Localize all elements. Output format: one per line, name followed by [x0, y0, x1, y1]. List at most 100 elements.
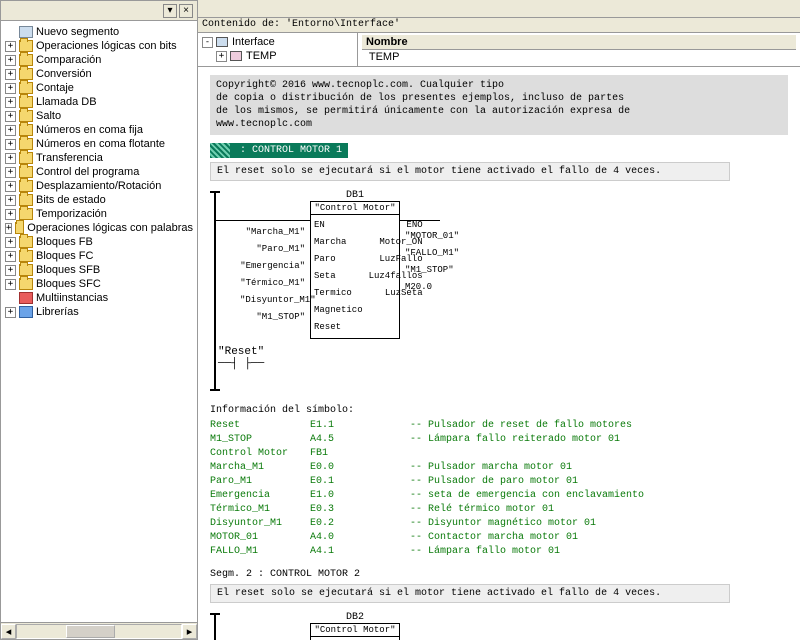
tree-item-16[interactable]: +Bloques FC — [3, 249, 195, 263]
tree-item-14[interactable]: + Operaciones lógicas con palabras — [3, 221, 195, 235]
segment-2-network[interactable]: DB2 "Control Motor" EN Marcha ENO Motor_… — [210, 613, 788, 640]
expand-icon[interactable]: + — [5, 223, 12, 234]
interface-temp-row[interactable]: + TEMP — [202, 49, 353, 63]
segment-1-header[interactable]: : CONTROL MOTOR 1 — [210, 143, 348, 158]
symbol-row: MOTOR_01A4.0-- Contactor marcha motor 01 — [210, 531, 788, 545]
expand-icon[interactable]: + — [5, 279, 16, 290]
fb-block-1[interactable]: DB1 "Control Motor" EN Marcha Paro Seta … — [310, 201, 400, 339]
input-paro-label: "Paro_M1" — [240, 244, 305, 254]
symbol-row: FALLO_M1A4.1-- Lámpara fallo motor 01 — [210, 545, 788, 559]
sidebar-controls: ▾ × — [1, 1, 197, 21]
tree-item-label: Multiinstancias — [36, 292, 108, 304]
folder-icon — [19, 236, 33, 248]
input-termico-label: "Térmico_M1" — [240, 278, 305, 288]
name-cell[interactable]: TEMP — [362, 50, 796, 64]
input-reset2-label: "M1_STOP" — [240, 312, 305, 322]
tree-item-label: Números en coma flotante — [36, 138, 165, 150]
tree-item-12[interactable]: +Bits de estado — [3, 193, 195, 207]
tree-item-1[interactable]: + Operaciones lógicas con bits — [3, 39, 195, 53]
name-column-header: Nombre — [362, 35, 796, 50]
folder-icon — [19, 82, 33, 94]
tree-item-19[interactable]: Multiinstancias — [3, 291, 195, 305]
expand-icon[interactable]: + — [5, 97, 16, 108]
tree-item-label: Comparación — [36, 54, 101, 66]
copyright-box: Copyright© 2016 www.tecnoplc.com. Cualqu… — [210, 75, 788, 135]
sidebar-pin-button[interactable]: ▾ — [163, 4, 177, 18]
tree-item-8[interactable]: + Números en coma flotante — [3, 137, 195, 151]
tree-item-label: Contaje — [36, 82, 74, 94]
symbol-row: Marcha_M1E0.0-- Pulsador marcha motor 01 — [210, 461, 788, 475]
segment-1-network[interactable]: DB1 "Control Motor" EN Marcha Paro Seta … — [210, 191, 788, 391]
tree-item-4[interactable]: + Contaje — [3, 81, 195, 95]
expand-icon[interactable]: + — [5, 167, 16, 178]
folder-icon — [19, 194, 33, 206]
folder-icon — [19, 292, 33, 304]
expand-icon[interactable]: + — [5, 125, 16, 136]
sidebar: ▾ × Nuevo segmento + Operaciones lógicas c… — [0, 0, 198, 640]
interface-icon — [216, 37, 228, 47]
expand-icon[interactable]: + — [5, 41, 16, 52]
tree-item-6[interactable]: +Salto — [3, 109, 195, 123]
output-luzfallo-label: "FALLO_M1" — [405, 248, 459, 258]
folder-icon — [19, 138, 33, 150]
sidebar-close-button[interactable]: × — [179, 4, 193, 18]
name-cell-value: TEMP — [369, 51, 400, 63]
fb-block-2[interactable]: DB2 "Control Motor" EN Marcha ENO Motor_… — [310, 623, 400, 640]
expand-icon[interactable]: + — [5, 153, 16, 164]
tree-item-label: Operaciones lógicas con palabras — [27, 222, 193, 234]
folder-icon — [19, 124, 33, 136]
segment-2-label[interactable]: Segm. 2 : CONTROL MOTOR 2 — [210, 569, 788, 580]
reset-contact[interactable]: "Reset" ──┤ ├── — [218, 346, 264, 370]
tree-item-7[interactable]: +Números en coma fija — [3, 123, 195, 137]
instruction-tree[interactable]: Nuevo segmento + Operaciones lógicas con b… — [1, 21, 197, 622]
expand-icon[interactable]: + — [5, 181, 16, 192]
ladder-editor[interactable]: Copyright© 2016 www.tecnoplc.com. Cualqu… — [198, 67, 800, 640]
tree-item-17[interactable]: +Bloques SFB — [3, 263, 195, 277]
expand-icon[interactable]: + — [5, 237, 16, 248]
expand-icon[interactable]: + — [5, 55, 16, 66]
toolbar — [198, 0, 800, 18]
expand-icon[interactable]: + — [5, 195, 16, 206]
expand-icon[interactable]: + — [5, 251, 16, 262]
tree-item-label: Control del programa — [36, 166, 139, 178]
tree-item-label: Conversión — [36, 68, 92, 80]
interface-temp-label: TEMP — [246, 50, 277, 62]
symbol-row: Térmico_M1E0.3-- Relé térmico motor 01 — [210, 503, 788, 517]
expand-icon[interactable]: + — [5, 111, 16, 122]
tree-item-3[interactable]: + Conversión — [3, 67, 195, 81]
tree-item-2[interactable]: + Comparación — [3, 53, 195, 67]
tree-item-label: Operaciones lógicas con bits — [36, 40, 177, 52]
sidebar-hscrollbar[interactable]: ◂ ▸ — [1, 622, 197, 639]
expand-icon[interactable]: + — [5, 265, 16, 276]
folder-icon — [19, 54, 33, 66]
expand-icon[interactable]: + — [5, 69, 16, 80]
expand-icon[interactable]: + — [5, 209, 16, 220]
tree-item-label: Bloques FB — [36, 236, 93, 248]
symbol-row: Paro_M1E0.1-- Pulsador de paro motor 01 — [210, 475, 788, 489]
tree-item-18[interactable]: +Bloques SFC — [3, 277, 195, 291]
expand-icon[interactable]: + — [5, 307, 16, 318]
collapse-icon[interactable]: - — [202, 37, 213, 48]
expand-icon[interactable]: + — [5, 83, 16, 94]
tree-item-9[interactable]: +Transferencia — [3, 151, 195, 165]
symbol-info-header: Información del símbolo: — [210, 405, 788, 416]
output-luzseta-label: M20.0 — [405, 282, 432, 292]
tree-item-0[interactable]: Nuevo segmento — [3, 25, 195, 39]
folder-icon — [19, 26, 33, 38]
expand-icon[interactable]: + — [5, 139, 16, 150]
tree-item-label: Librerías — [36, 306, 79, 318]
tree-item-11[interactable]: +Desplazamiento/Rotación — [3, 179, 195, 193]
tree-item-label: Llamada DB — [36, 96, 97, 108]
interface-root-row[interactable]: - Interface — [202, 35, 353, 49]
tree-item-13[interactable]: +Temporización — [3, 207, 195, 221]
tree-item-15[interactable]: + Bloques FB — [3, 235, 195, 249]
input-marcha-label: "Marcha_M1" — [240, 227, 305, 237]
tree-item-20[interactable]: + Librerías — [3, 305, 195, 319]
segment-2-description: El reset solo se ejecutará si el motor t… — [210, 584, 730, 603]
tree-item-10[interactable]: + Control del programa — [3, 165, 195, 179]
path-bar: Contenido de: 'Entorno\Interface' — [198, 18, 800, 33]
tree-item-5[interactable]: + Llamada DB — [3, 95, 195, 109]
interface-panel: - Interface + TEMP Nombre TEMP — [198, 33, 800, 67]
expand-icon[interactable]: + — [216, 51, 227, 62]
folder-icon — [19, 110, 33, 122]
